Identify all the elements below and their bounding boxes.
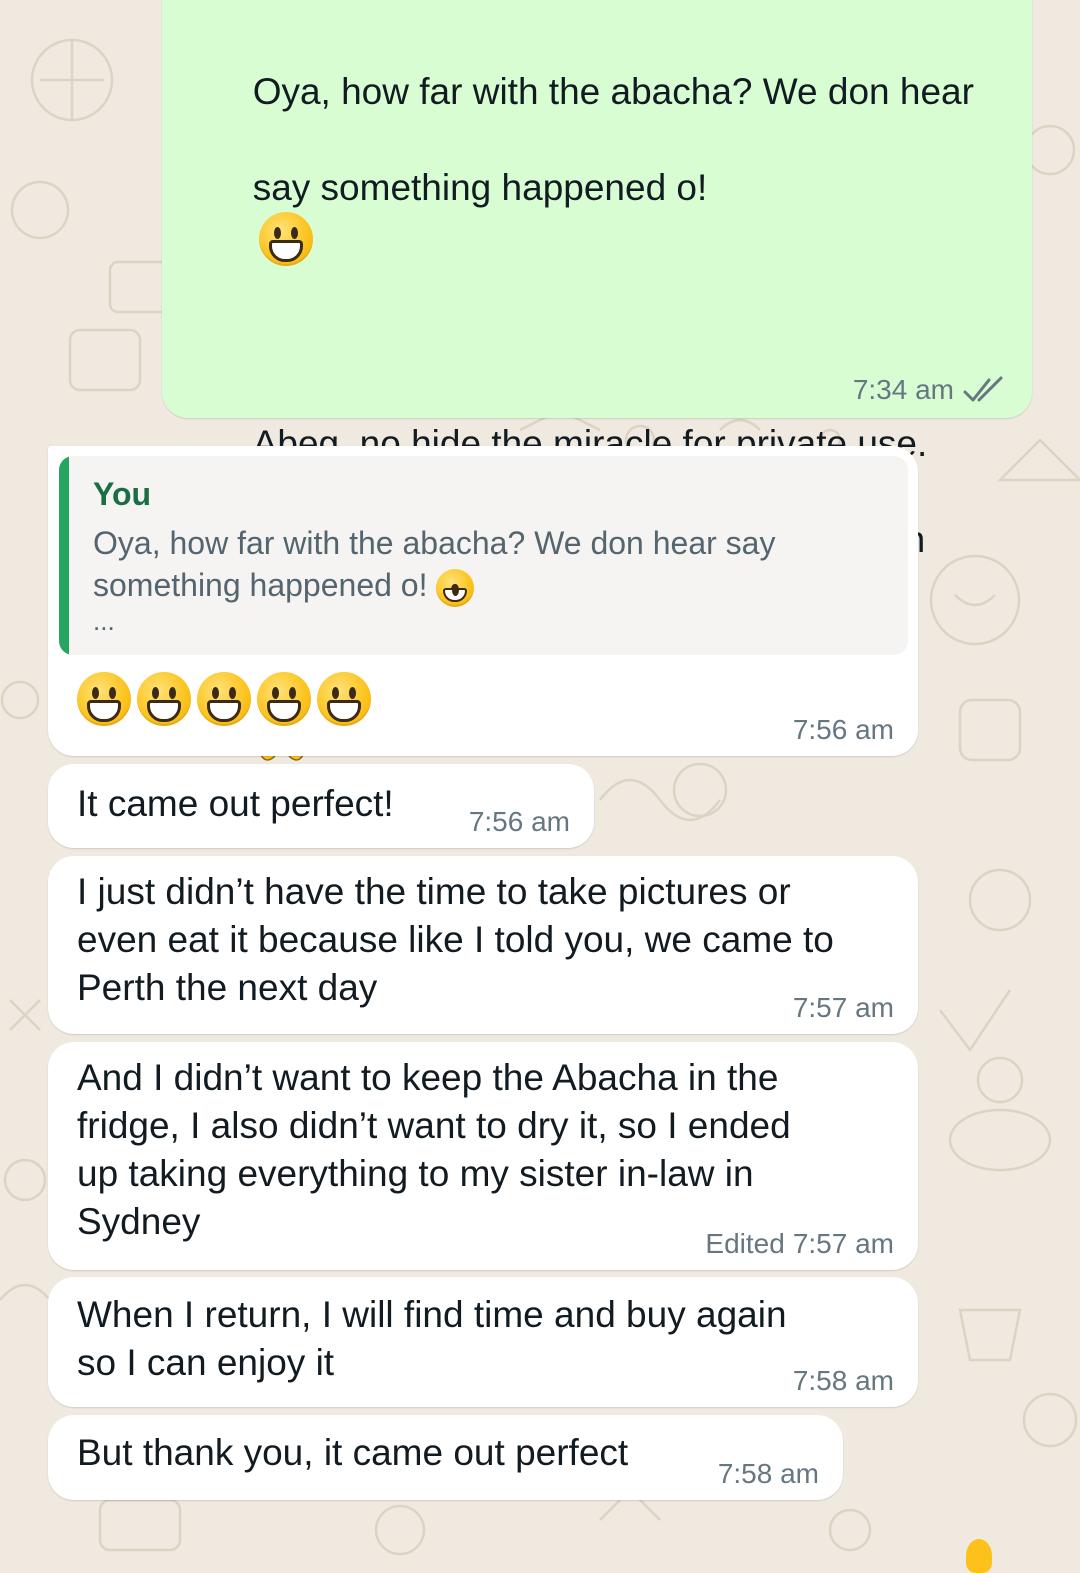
message-text: I just didn’t have the time to take pict… xyxy=(77,871,834,1008)
message-time: 7:57 am xyxy=(792,1228,894,1259)
message-meta: 7:58 am xyxy=(793,1365,894,1397)
message-meta: 7:58 am xyxy=(718,1458,819,1490)
incoming-message-bubble[interactable]: When I return, I will find time and buy … xyxy=(48,1277,918,1407)
scroll-to-bottom-hint-icon[interactable] xyxy=(966,1539,992,1573)
message-time: 7:58 am xyxy=(792,1365,894,1396)
grinning-face-with-smiling-eyes-icon xyxy=(258,212,313,266)
message-text: When I return, I will find time and buy … xyxy=(77,1294,787,1383)
grinning-face-icon xyxy=(317,672,371,726)
message-text-line1: Oya, how far with the abacha? We don hea… xyxy=(252,71,974,112)
message-meta: 7:56 am xyxy=(469,806,570,838)
message-meta: 7:56 am xyxy=(793,714,894,746)
quote-ellipsis: ... xyxy=(93,606,115,636)
message-meta: 7:57 am xyxy=(793,992,894,1024)
message-text: It came out perfect! xyxy=(77,783,394,824)
outgoing-message-bubble[interactable]: Oya, how far with the abacha? We don hea… xyxy=(162,0,1032,822)
grinning-face-icon xyxy=(137,672,191,726)
incoming-message-bubble[interactable]: It came out perfect! 7:56 am xyxy=(48,764,594,848)
message-time: 7:58 am xyxy=(717,1458,819,1489)
quote-text: Oya, how far with the abacha? We don hea… xyxy=(93,522,848,607)
grinning-face-icon xyxy=(257,672,311,726)
message-text: But thank you, it came out perfect xyxy=(77,1432,629,1473)
message-time: 7:34 am xyxy=(852,374,954,405)
message-time: 7:56 am xyxy=(792,714,894,745)
double-check-read-icon xyxy=(962,375,1008,405)
grinning-face-with-smiling-eyes-icon xyxy=(436,568,475,607)
quoted-message[interactable]: You Oya, how far with the abacha? We don… xyxy=(59,456,908,655)
message-time: 7:57 am xyxy=(792,992,894,1023)
edited-label: Edited xyxy=(705,1228,785,1259)
message-text: And I didn’t want to keep the Abacha in … xyxy=(77,1057,791,1242)
emoji-row xyxy=(77,672,371,726)
message-time: 7:56 am xyxy=(468,806,570,837)
grinning-face-icon xyxy=(197,672,251,726)
message-meta: Edited 7:57 am xyxy=(705,1228,894,1260)
incoming-message-bubble[interactable]: You Oya, how far with the abacha? We don… xyxy=(48,446,918,756)
incoming-message-bubble[interactable]: I just didn’t have the time to take pict… xyxy=(48,856,918,1034)
grinning-face-icon xyxy=(77,672,131,726)
message-text-line2: say something happened o! xyxy=(252,167,708,208)
quote-accent-bar xyxy=(59,456,69,655)
incoming-message-bubble[interactable]: But thank you, it came out perfect 7:58 … xyxy=(48,1415,843,1500)
incoming-message-bubble[interactable]: And I didn’t want to keep the Abacha in … xyxy=(48,1042,918,1270)
quote-author: You xyxy=(93,476,152,512)
message-meta: 7:34 am xyxy=(853,374,1008,406)
